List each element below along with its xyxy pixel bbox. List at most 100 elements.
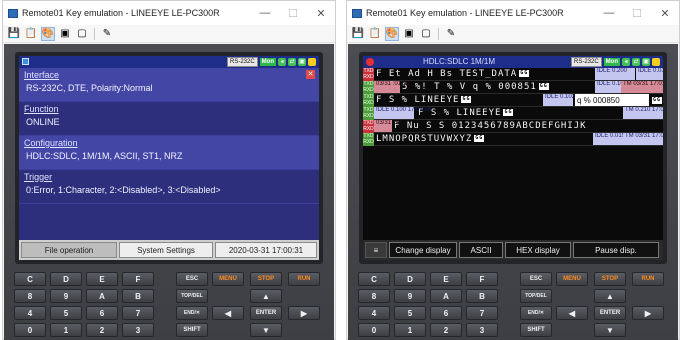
keypad: C D E F ESC MENU STOP RUN 8 9 A B TOP/DE… [354, 272, 672, 337]
key-down[interactable]: ▼ [250, 323, 282, 337]
key-stop[interactable]: STOP [594, 272, 626, 286]
key-left[interactable]: ◀ [212, 306, 244, 320]
key-top-del[interactable]: TOP/DEL [176, 289, 208, 303]
right-app-window: Remote01 Key emulation - LINEEYE LE-PC30… [346, 0, 680, 340]
key-f[interactable]: F [466, 272, 498, 286]
gg-tag: GG [461, 96, 472, 103]
key-b[interactable]: B [122, 289, 154, 303]
color-icon[interactable]: 🎨 [385, 26, 399, 41]
key-run[interactable]: RUN [288, 272, 320, 286]
key-5[interactable]: 5 [50, 306, 82, 320]
key-f[interactable]: F [122, 272, 154, 286]
key-shift[interactable]: SHIFT [176, 323, 208, 337]
key-d[interactable]: D [50, 272, 82, 286]
key-b[interactable]: B [466, 289, 498, 303]
key-a[interactable]: A [86, 289, 118, 303]
key-8[interactable]: 8 [14, 289, 46, 303]
maximize-button[interactable]: ☐ [279, 7, 307, 20]
monitor-row: TXD RXD 03/31 :01:58 5 %! T % V q % 000851… [363, 81, 663, 94]
tool-icon[interactable]: ✎ [444, 27, 458, 41]
key-end[interactable]: END/✕ [520, 306, 552, 320]
menu-heading: Configuration [24, 138, 78, 148]
pause-display-button[interactable]: Pause disp. [573, 242, 659, 258]
layout-a-icon[interactable]: ▣ [402, 27, 416, 41]
file-operation-button[interactable]: File operation [21, 242, 117, 258]
hex-display-button[interactable]: HEX display [505, 242, 571, 258]
key-5[interactable]: 5 [394, 306, 426, 320]
key-3[interactable]: 3 [466, 323, 498, 337]
key-right[interactable]: ▶ [632, 306, 664, 320]
menu-item-trigger[interactable]: Trigger 0:Error, 1:Character, 2:<Disable… [19, 170, 319, 204]
key-c[interactable]: C [358, 272, 390, 286]
key-3[interactable]: 3 [122, 323, 154, 337]
key-9[interactable]: 9 [394, 289, 426, 303]
key-4[interactable]: 4 [358, 306, 390, 320]
key-d[interactable]: D [394, 272, 426, 286]
key-2[interactable]: 2 [86, 323, 118, 337]
menu-item-interface[interactable]: Interface RS-232C, DTE, Polarity:Normal … [19, 68, 319, 102]
close-icon[interactable]: ✕ [306, 70, 315, 79]
menu-item-configuration[interactable]: Configuration HDLC:SDLC, 1M/1M, ASCII, S… [19, 136, 319, 170]
idle-box: IDLE 0.019 [593, 133, 625, 145]
tool-icon[interactable]: ✎ [100, 27, 114, 41]
app-icon [352, 8, 362, 18]
toolbar: 💾 📋 🎨 ▣ ▢ ✎ [3, 25, 335, 43]
power-icon: ⚡ [652, 58, 660, 66]
key-stop[interactable]: STOP [250, 272, 282, 286]
copy-icon[interactable]: 📋 [24, 27, 38, 41]
key-up[interactable]: ▲ [250, 289, 282, 303]
key-run[interactable]: RUN [632, 272, 664, 286]
copy-icon[interactable]: 📋 [368, 27, 382, 41]
key-top-del[interactable]: TOP/DEL [520, 289, 552, 303]
layout-b-icon[interactable]: ▢ [419, 27, 433, 41]
menu-icon[interactable]: ≡ [365, 242, 387, 258]
close-button[interactable]: ✕ [307, 7, 335, 20]
key-enter[interactable]: ENTER [594, 306, 626, 320]
key-shift[interactable]: SHIFT [520, 323, 552, 337]
save-icon[interactable]: 💾 [351, 27, 365, 41]
key-9[interactable]: 9 [50, 289, 82, 303]
key-2[interactable]: 2 [430, 323, 462, 337]
key-1[interactable]: 1 [394, 323, 426, 337]
key-c[interactable]: C [14, 272, 46, 286]
key-right[interactable]: ▶ [288, 306, 320, 320]
status-bar: HDLC:SDLC 1M/1M RS-232C Mon ◂ ⇄ ▣ ⚡ [363, 56, 663, 68]
layout-a-icon[interactable]: ▣ [58, 27, 72, 41]
white-box: q % 000850 [575, 94, 649, 106]
change-display-button[interactable]: Change display [389, 242, 457, 258]
key-7[interactable]: 7 [122, 306, 154, 320]
close-button[interactable]: ✕ [651, 7, 679, 20]
menu-item-function[interactable]: Function ONLINE [19, 102, 319, 136]
key-0[interactable]: 0 [358, 323, 390, 337]
key-left[interactable]: ◀ [556, 306, 588, 320]
monitor-row: TXD RXD F S % LINEEYE GG IDLE 0.103 q % 0008… [363, 94, 663, 107]
key-1[interactable]: 1 [50, 323, 82, 337]
pink-box: 03/31 :01:58 [374, 81, 409, 93]
minimize-button[interactable]: — [251, 7, 279, 19]
key-menu[interactable]: MENU [556, 272, 588, 286]
key-end[interactable]: END/✕ [176, 306, 208, 320]
key-down[interactable]: ▼ [594, 323, 626, 337]
key-e[interactable]: E [430, 272, 462, 286]
maximize-button[interactable]: ☐ [623, 7, 651, 20]
key-4[interactable]: 4 [14, 306, 46, 320]
key-a[interactable]: A [430, 289, 462, 303]
layout-b-icon[interactable]: ▢ [75, 27, 89, 41]
key-esc[interactable]: ESC [520, 272, 552, 286]
key-7[interactable]: 7 [466, 306, 498, 320]
key-enter[interactable]: ENTER [250, 306, 282, 320]
key-e[interactable]: E [86, 272, 118, 286]
ascii-button[interactable]: ASCII [459, 242, 503, 258]
key-0[interactable]: 0 [14, 323, 46, 337]
key-menu[interactable]: MENU [212, 272, 244, 286]
system-settings-button[interactable]: System Settings [119, 242, 213, 258]
minimize-button[interactable]: — [595, 7, 623, 19]
key-up[interactable]: ▲ [594, 289, 626, 303]
key-esc[interactable]: ESC [176, 272, 208, 286]
save-icon[interactable]: 💾 [7, 27, 21, 41]
key-6[interactable]: 6 [430, 306, 462, 320]
key-6[interactable]: 6 [86, 306, 118, 320]
bottom-button-bar: ≡ Change display ASCII HEX display Pause… [363, 240, 663, 260]
key-8[interactable]: 8 [358, 289, 390, 303]
color-icon[interactable]: 🎨 [41, 26, 55, 41]
